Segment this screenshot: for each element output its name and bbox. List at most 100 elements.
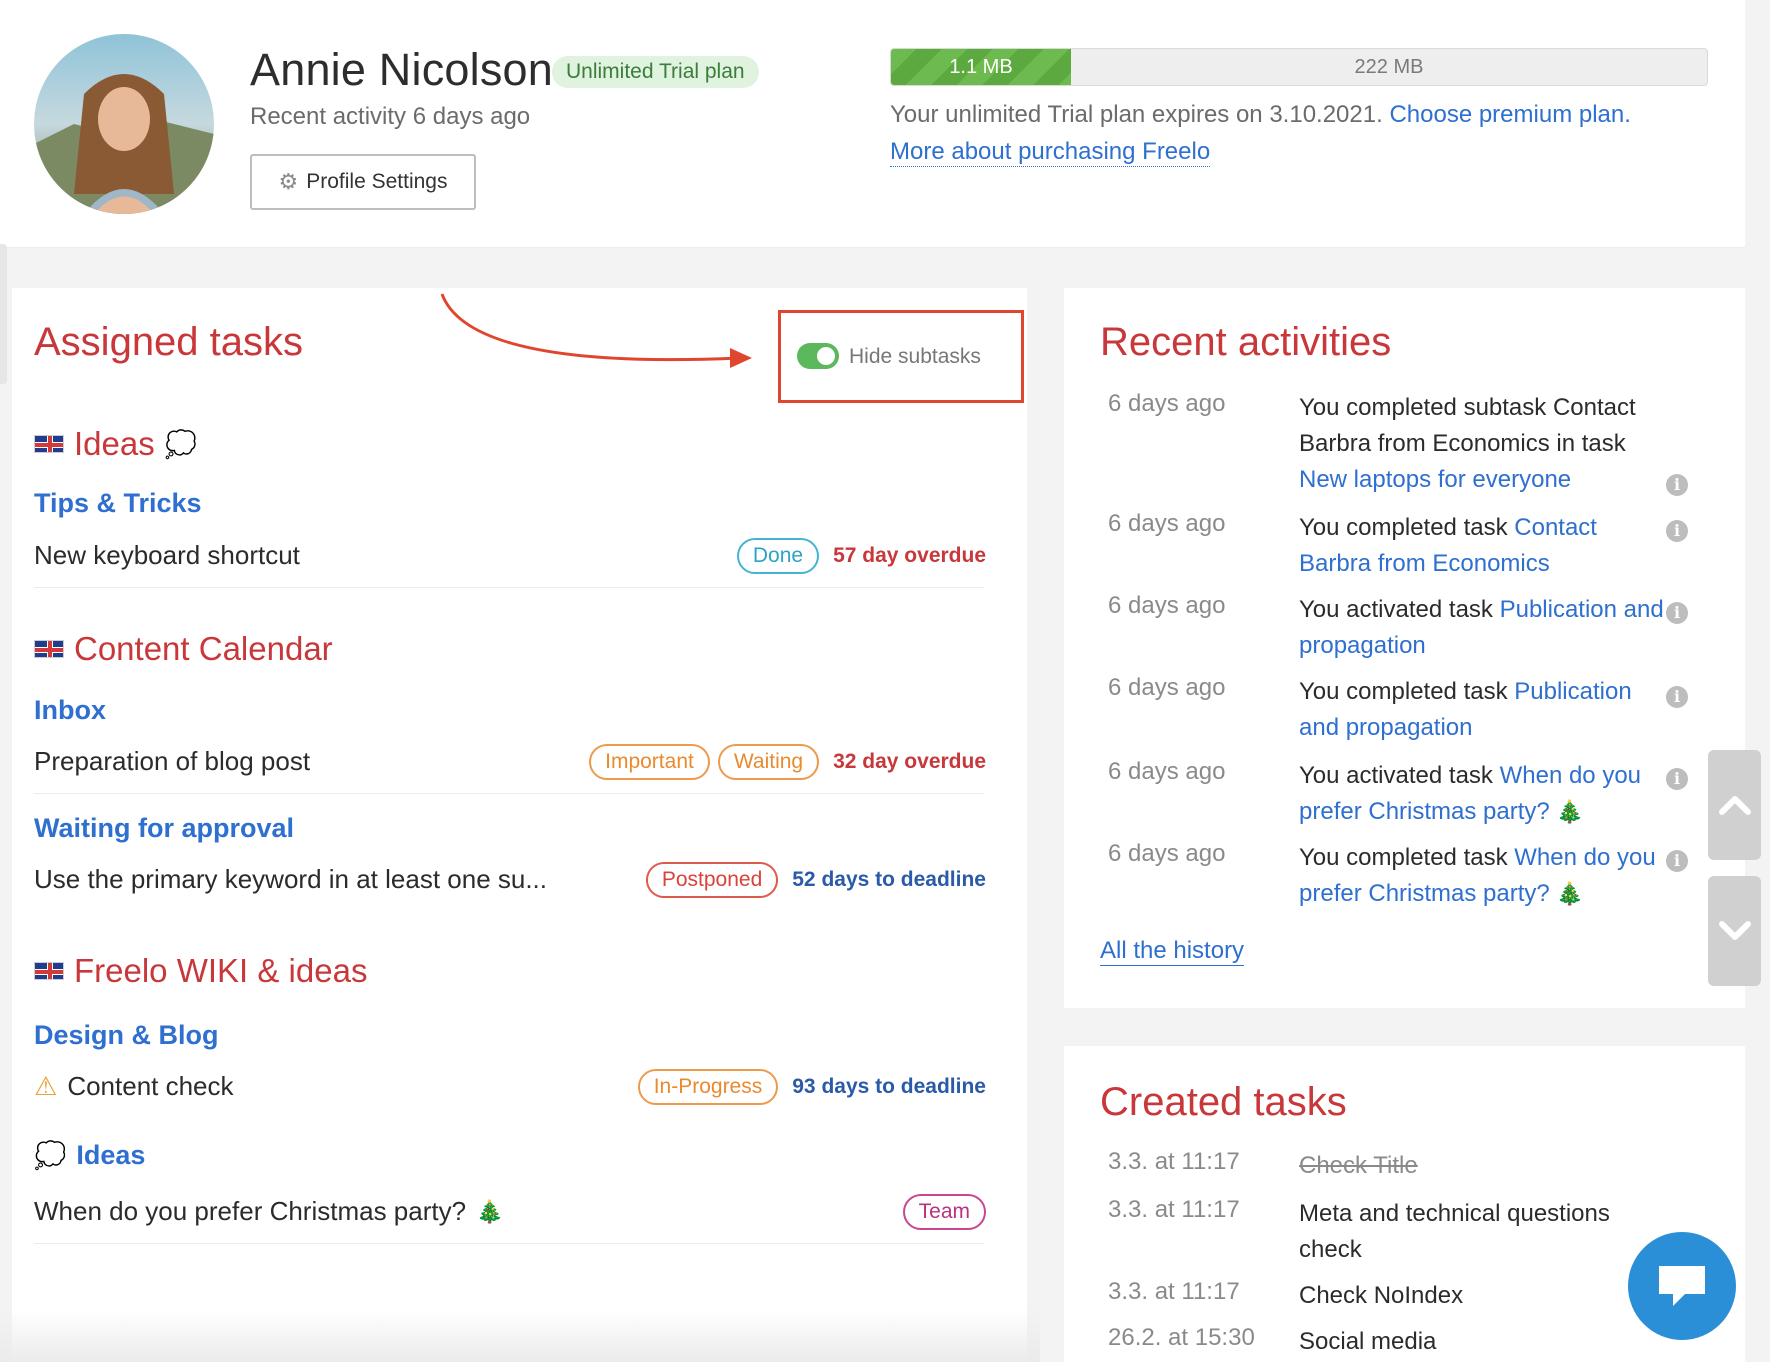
- label-important[interactable]: Important: [589, 744, 710, 780]
- info-icon[interactable]: i: [1666, 850, 1688, 872]
- project-name: Ideas: [74, 425, 155, 462]
- activity-description: You activated task: [1299, 596, 1493, 623]
- task-name[interactable]: Preparation of blog post: [34, 746, 310, 777]
- task-row[interactable]: Preparation of blog post Important Waiti…: [34, 738, 986, 794]
- label-team[interactable]: Team: [902, 1194, 986, 1230]
- assigned-tasks-title: Assigned tasks: [34, 320, 304, 364]
- created-task-time: 3.3. at 11:17: [1108, 1148, 1240, 1175]
- created-task-time: 3.3. at 11:17: [1108, 1196, 1240, 1223]
- profile-settings-button[interactable]: ⚙ Profile Settings: [250, 154, 476, 210]
- scroll-fade: [0, 1310, 1040, 1362]
- overdue-status: 32 day overdue: [833, 750, 986, 773]
- activity-time: 6 days ago: [1108, 592, 1226, 619]
- more-about-purchasing-link[interactable]: More about purchasing Freelo: [890, 138, 1211, 167]
- info-icon[interactable]: i: [1666, 768, 1688, 790]
- activity-time: 6 days ago: [1108, 674, 1226, 701]
- thought-bubble-icon: 💭: [164, 428, 198, 459]
- project-name: Content Calendar: [74, 630, 333, 667]
- task-row[interactable]: Use the primary keyword in at least one …: [34, 856, 986, 912]
- project-ideas[interactable]: Ideas 💭: [34, 425, 197, 463]
- activity-text: You completed task When do you prefer Ch…: [1299, 840, 1669, 912]
- activity-time: 6 days ago: [1108, 840, 1226, 867]
- profile-header: Annie Nicolson Unlimited Trial plan Rece…: [0, 0, 1745, 248]
- storage-total-value: 222 MB: [1354, 55, 1424, 78]
- annotation-arrow: [440, 293, 752, 368]
- task-meta: Team: [902, 1194, 986, 1230]
- flag-uk-icon: [34, 640, 64, 658]
- christmas-tree-icon: 🎄: [476, 1198, 504, 1224]
- project-content-calendar[interactable]: Content Calendar: [34, 630, 333, 668]
- hide-subtasks-toggle[interactable]: [797, 343, 839, 369]
- activity-description: You completed task: [1299, 514, 1508, 541]
- avatar[interactable]: [34, 34, 214, 214]
- task-name[interactable]: ⚠ Content check: [34, 1071, 234, 1102]
- task-meta: Done 57 day overdue: [736, 538, 986, 574]
- christmas-tree-icon: 🎄: [1556, 881, 1584, 906]
- trial-expiry-text: Your unlimited Trial plan expires on 3.1…: [890, 101, 1631, 129]
- task-row[interactable]: ⚠ Content check In-Progress 93 days to d…: [34, 1063, 986, 1119]
- created-task-name[interactable]: Check NoIndex: [1299, 1278, 1679, 1314]
- task-name[interactable]: When do you prefer Christmas party? 🎄: [34, 1196, 503, 1227]
- storage-usage-bar: 1.1 MB 222 MB: [890, 48, 1708, 86]
- label-postponed[interactable]: Postponed: [645, 862, 779, 898]
- activity-text: You completed task Contact Barbra from E…: [1299, 510, 1669, 582]
- deadline-status: 93 days to deadline: [792, 1075, 986, 1098]
- storage-total-label: 222 MB: [891, 49, 1707, 85]
- activity-description: You activated task: [1299, 762, 1493, 789]
- created-task-time: 3.3. at 11:17: [1108, 1278, 1240, 1305]
- chevron-down-icon: [1718, 921, 1751, 940]
- overdue-status: 57 day overdue: [833, 544, 986, 567]
- task-row[interactable]: New keyboard shortcut Done 57 day overdu…: [34, 532, 986, 588]
- list-inbox[interactable]: Inbox: [34, 695, 106, 726]
- list-design-and-blog[interactable]: Design & Blog: [34, 1020, 219, 1051]
- project-name: Freelo WIKI & ideas: [74, 952, 368, 989]
- task-name[interactable]: Use the primary keyword in at least one …: [34, 864, 547, 895]
- created-task-name[interactable]: Check Title: [1299, 1148, 1679, 1184]
- label-waiting[interactable]: Waiting: [717, 744, 820, 780]
- label-done[interactable]: Done: [736, 538, 820, 574]
- activity-text: You completed subtask Contact Barbra fro…: [1299, 390, 1669, 498]
- user-name: Annie Nicolson: [250, 44, 553, 95]
- chat-button[interactable]: [1628, 1232, 1736, 1340]
- info-icon[interactable]: i: [1666, 520, 1688, 542]
- list-name: Ideas: [76, 1140, 146, 1170]
- activity-text: You completed task Publication and propa…: [1299, 674, 1669, 746]
- list-ideas[interactable]: 💭 Ideas: [34, 1140, 145, 1171]
- hide-subtasks-label: Hide subtasks: [849, 345, 981, 368]
- task-name[interactable]: New keyboard shortcut: [34, 540, 300, 571]
- task-meta: In-Progress 93 days to deadline: [637, 1069, 986, 1105]
- warning-icon: ⚠: [34, 1071, 58, 1101]
- flag-uk-icon: [34, 435, 64, 453]
- label-in-progress[interactable]: In-Progress: [637, 1069, 779, 1105]
- all-history-link[interactable]: All the history: [1100, 937, 1245, 966]
- scroll-down-button[interactable]: [1708, 876, 1761, 986]
- list-waiting-for-approval[interactable]: Waiting for approval: [34, 813, 294, 844]
- created-task-name[interactable]: Meta and technical questions check: [1299, 1196, 1679, 1268]
- plan-badge: Unlimited Trial plan: [552, 56, 759, 88]
- choose-premium-link[interactable]: Choose premium plan.: [1389, 101, 1630, 128]
- activity-text: You activated task Publication and propa…: [1299, 592, 1669, 664]
- task-name-text: Content check: [67, 1071, 234, 1101]
- chat-icon: [1659, 1266, 1705, 1306]
- christmas-tree-icon: 🎄: [1556, 799, 1584, 824]
- info-icon[interactable]: i: [1666, 474, 1688, 496]
- activity-description: You completed subtask Contact Barbra fro…: [1299, 394, 1636, 457]
- scroll-up-button[interactable]: [1708, 750, 1761, 860]
- info-icon[interactable]: i: [1666, 686, 1688, 708]
- side-panel-handle[interactable]: [0, 244, 7, 384]
- activity-description: You completed task: [1299, 678, 1508, 705]
- project-freelo-wiki[interactable]: Freelo WIKI & ideas: [34, 952, 367, 990]
- flag-uk-icon: [34, 962, 64, 980]
- expiry-sentence: Your unlimited Trial plan expires on 3.1…: [890, 101, 1383, 128]
- thought-bubble-icon: 💭: [34, 1140, 67, 1170]
- info-icon[interactable]: i: [1666, 602, 1688, 624]
- created-task-name[interactable]: Social media: [1299, 1324, 1679, 1360]
- task-name-text: When do you prefer Christmas party?: [34, 1196, 467, 1226]
- activity-task-link[interactable]: New laptops for everyone: [1299, 466, 1571, 493]
- deadline-status: 52 days to deadline: [792, 868, 986, 891]
- recent-activity-text: Recent activity 6 days ago: [250, 103, 531, 130]
- created-task-time: 26.2. at 15:30: [1108, 1324, 1255, 1351]
- activity-description: You completed task: [1299, 844, 1508, 871]
- task-row[interactable]: When do you prefer Christmas party? 🎄 Te…: [34, 1188, 986, 1244]
- list-tips-and-tricks[interactable]: Tips & Tricks: [34, 488, 202, 519]
